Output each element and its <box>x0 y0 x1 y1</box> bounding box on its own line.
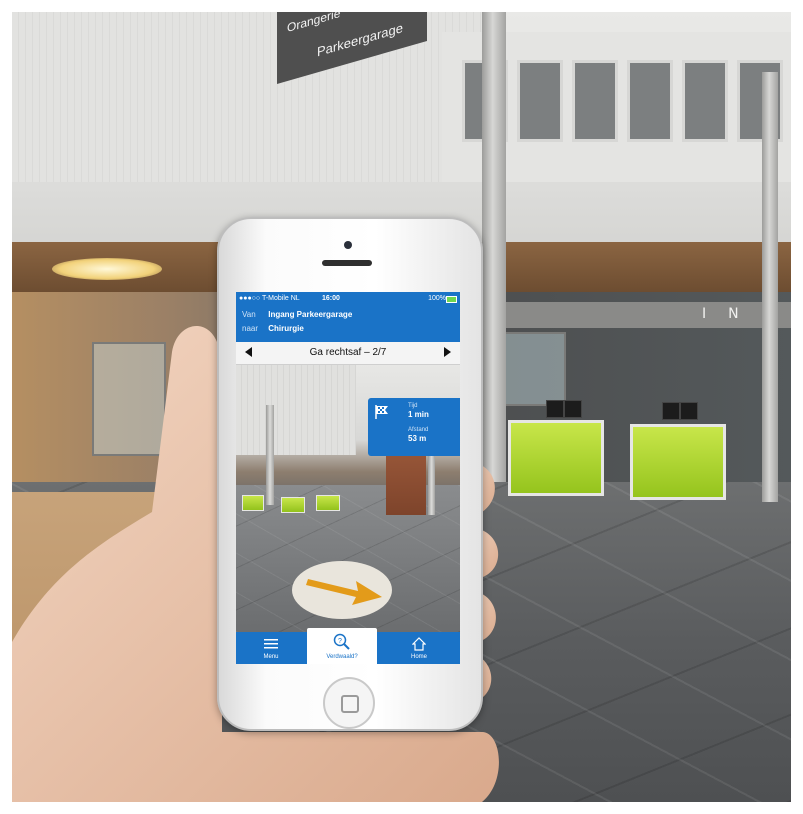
route-from: Van Ingang Parkeergarage <box>242 309 352 321</box>
phone-screen: ●●●○○ T-Mobile NL 16:00 100% Van Ingang … <box>236 292 460 664</box>
step-title: Ga rechtsaf – 2/7 <box>309 347 387 358</box>
photo-frame: INFO Orangerie Parkeergarage ●●●○○ T- <box>12 12 791 802</box>
tab-verdwaald[interactable]: ? Verdwaald? <box>307 628 377 664</box>
monitor <box>662 402 680 420</box>
tab-menu[interactable]: Menu <box>236 632 306 664</box>
monitor <box>680 402 698 420</box>
menu-icon <box>264 639 278 649</box>
gallery-window <box>682 60 728 142</box>
photo-ceiling <box>236 365 356 455</box>
checkered-flag-icon <box>375 405 388 419</box>
distance-value: 53 m <box>408 434 427 443</box>
next-step-arrow-icon[interactable] <box>444 347 451 357</box>
concrete-pillar <box>762 72 778 502</box>
search-help-icon: ? <box>333 633 350 650</box>
turn-right-arrow-icon <box>306 579 382 605</box>
status-bar: ●●●○○ T-Mobile NL 16:00 100% <box>236 292 460 305</box>
info-card: Tijd 1 min Afstand 53 m <box>368 398 460 456</box>
clock: 16:00 <box>322 295 340 302</box>
tab-home-label: Home <box>410 654 427 660</box>
photo-desk <box>242 495 264 511</box>
home-button-square-icon <box>341 695 359 713</box>
tab-menu-label: Menu <box>263 654 279 660</box>
distance-label: Afstand <box>408 427 429 433</box>
battery-percent: 100% <box>428 295 446 302</box>
svg-text:?: ? <box>338 638 342 645</box>
to-value: Chirurgie <box>268 324 304 333</box>
from-value: Ingang Parkeergarage <box>268 310 353 319</box>
gallery-window <box>572 60 618 142</box>
monitor <box>564 400 582 418</box>
reception-desk <box>630 424 726 500</box>
time-label: Tijd <box>408 403 418 409</box>
from-label: Van <box>242 310 256 319</box>
front-camera <box>344 241 352 249</box>
route-header[interactable]: Van Ingang Parkeergarage naar Chirurgie <box>236 305 460 342</box>
route-photo-view: Tijd 1 min Afstand 53 m <box>236 365 460 632</box>
tab-bar: Menu ? Verdwaald? Home <box>236 628 460 664</box>
photo-pillar <box>266 405 274 505</box>
ceiling-light <box>52 258 162 280</box>
step-navigator: Ga rechtsaf – 2/7 <box>236 342 460 365</box>
battery-icon <box>446 296 457 303</box>
photo-desk <box>281 497 305 513</box>
monitor <box>546 400 564 418</box>
smartphone: ●●●○○ T-Mobile NL 16:00 100% Van Ingang … <box>217 217 483 731</box>
gallery-window <box>517 60 563 142</box>
reception-desk <box>508 420 604 496</box>
earpiece-speaker <box>322 260 372 266</box>
to-label: naar <box>242 324 259 333</box>
tab-verdwaald-label: Verdwaald? <box>326 654 358 660</box>
gallery-window <box>627 60 673 142</box>
time-value: 1 min <box>408 410 429 419</box>
tab-home[interactable]: Home <box>378 632 460 664</box>
sign-orangerie: Orangerie <box>287 12 341 36</box>
carrier-label: ●●●○○ T-Mobile NL <box>239 295 300 302</box>
route-to: naar Chirurgie <box>242 323 304 335</box>
home-icon <box>412 637 426 651</box>
photo-desk <box>316 495 340 511</box>
home-button[interactable] <box>323 677 375 729</box>
